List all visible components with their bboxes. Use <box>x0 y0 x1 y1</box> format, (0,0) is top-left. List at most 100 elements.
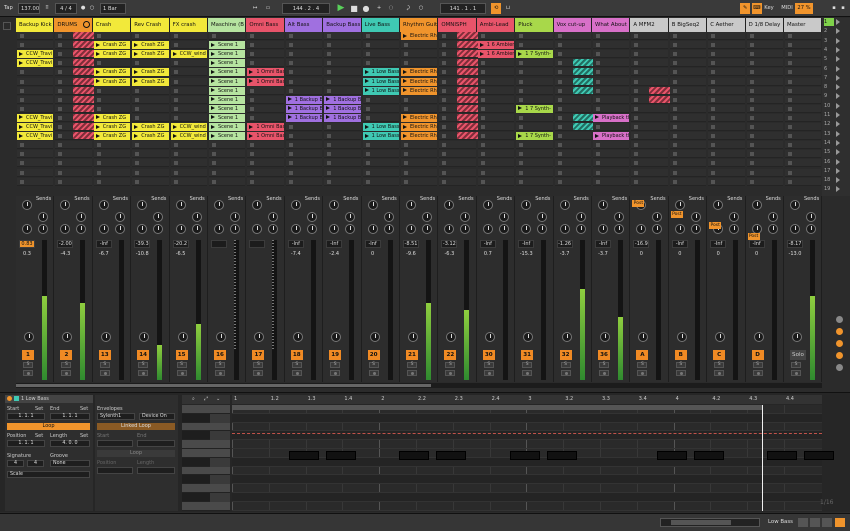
play-clip-icon[interactable] <box>326 97 331 102</box>
empty-clip-slot[interactable] <box>785 86 822 95</box>
clip-slot[interactable]: CCW_Travi <box>17 113 54 122</box>
stop-button-icon[interactable] <box>711 170 716 175</box>
solo-button[interactable]: S <box>138 362 149 368</box>
play-clip-icon[interactable] <box>479 42 484 47</box>
stop-button-icon[interactable] <box>250 52 255 57</box>
device-view-icon[interactable] <box>798 518 808 527</box>
empty-clip-slot[interactable] <box>477 104 515 113</box>
stop-button-icon[interactable] <box>96 179 101 184</box>
stop-button-icon[interactable] <box>557 34 562 38</box>
empty-clip-slot[interactable] <box>285 150 323 159</box>
stop-button-icon[interactable] <box>788 115 792 120</box>
stop-button-icon[interactable] <box>634 43 639 48</box>
empty-clip-slot[interactable] <box>324 177 361 186</box>
play-clip-icon[interactable] <box>249 79 254 83</box>
empty-clip-slot[interactable] <box>669 95 707 104</box>
empty-clip-slot[interactable] <box>55 104 101 113</box>
white-key[interactable] <box>182 422 230 432</box>
empty-clip-slot[interactable] <box>17 141 54 150</box>
empty-clip-slot[interactable] <box>55 50 101 59</box>
clip-slot[interactable]: 1 Low Bass <box>362 68 399 77</box>
empty-clip-slot[interactable] <box>746 123 783 131</box>
clip-slot[interactable]: Crash ZG <box>132 132 169 141</box>
clip-slot[interactable]: 1 Backup B <box>324 113 361 122</box>
empty-clip-slot[interactable] <box>439 168 476 177</box>
arm-button[interactable] <box>752 370 763 376</box>
stop-button-icon[interactable] <box>96 170 101 175</box>
stop-button-icon[interactable] <box>58 106 63 111</box>
send-knob[interactable] <box>422 224 432 234</box>
stop-button-icon[interactable] <box>58 143 63 148</box>
play-clip-icon[interactable] <box>287 97 292 102</box>
midi-button[interactable]: MIDI <box>780 3 794 14</box>
empty-clip-slot[interactable] <box>362 41 399 50</box>
empty-clip-slot[interactable] <box>285 132 323 141</box>
play-clip-icon[interactable] <box>134 51 139 56</box>
empty-clip-slot[interactable] <box>708 68 745 77</box>
stop-button-icon[interactable] <box>404 43 408 48</box>
pan-knob[interactable] <box>484 332 495 342</box>
stop-button-icon[interactable] <box>20 43 24 48</box>
arm-button[interactable] <box>330 370 341 376</box>
play-button[interactable]: ▶ <box>336 3 346 14</box>
play-clip-icon[interactable] <box>134 69 139 74</box>
empty-clip-slot[interactable] <box>55 41 101 50</box>
stop-button-icon[interactable] <box>442 43 447 48</box>
pan-knob[interactable] <box>369 332 380 342</box>
track-activator-button[interactable]: B <box>674 350 687 360</box>
pan-knob[interactable] <box>600 332 610 342</box>
scene-number[interactable]: 19 <box>824 185 834 193</box>
stop-button-icon[interactable] <box>788 161 792 166</box>
empty-clip-slot[interactable] <box>55 77 101 86</box>
empty-clip-slot[interactable] <box>669 113 707 122</box>
stop-button-icon[interactable] <box>58 97 63 102</box>
clip-slot[interactable]: 1 Low Bass <box>362 77 399 86</box>
arm-button[interactable] <box>99 370 110 376</box>
stop-button-icon[interactable] <box>173 152 178 157</box>
send-knob[interactable] <box>76 212 87 222</box>
empty-clip-slot[interactable] <box>93 141 131 150</box>
empty-clip-slot[interactable] <box>93 168 131 177</box>
volume-field[interactable]: -Inf <box>364 240 381 248</box>
empty-clip-slot[interactable] <box>593 86 630 95</box>
send-knob[interactable] <box>98 200 109 210</box>
scene-number[interactable]: 15 <box>824 148 834 156</box>
play-clip-icon[interactable] <box>518 51 523 56</box>
empty-clip-slot[interactable] <box>401 59 438 68</box>
track-activator-button[interactable]: 15 <box>175 350 188 360</box>
stop-button-icon[interactable] <box>480 143 485 148</box>
stop-button-icon[interactable] <box>365 43 370 48</box>
track-header[interactable]: Pluck <box>515 18 554 32</box>
stop-button-icon[interactable] <box>404 52 408 57</box>
length-set-button[interactable]: Set <box>80 433 88 439</box>
empty-clip-slot[interactable] <box>362 104 399 113</box>
stop-button-icon[interactable] <box>365 179 370 184</box>
empty-clip-slot[interactable] <box>324 123 361 131</box>
empty-clip-slot[interactable] <box>669 77 707 86</box>
pan-knob[interactable] <box>674 224 685 234</box>
empty-clip-slot[interactable] <box>593 104 630 113</box>
stop-button-icon[interactable] <box>557 106 562 111</box>
empty-clip-slot[interactable] <box>285 123 323 131</box>
stop-button-icon[interactable] <box>749 79 754 84</box>
stop-button-icon[interactable] <box>788 134 792 139</box>
stop-button-icon[interactable] <box>173 143 178 148</box>
stop-button-icon[interactable] <box>58 88 63 93</box>
scene-number[interactable]: 5 <box>824 55 834 63</box>
white-key[interactable] <box>182 466 230 476</box>
stop-button-icon[interactable] <box>480 97 485 102</box>
send-knob[interactable] <box>767 224 778 234</box>
black-key[interactable] <box>182 475 210 485</box>
clip-slot[interactable]: 1 Low Bass <box>362 132 399 141</box>
stop-button-icon[interactable] <box>749 161 754 166</box>
stop-button-icon[interactable] <box>250 106 255 111</box>
stop-button-icon[interactable] <box>288 125 293 129</box>
stop-button-icon[interactable] <box>480 134 485 139</box>
solo-button[interactable]: S <box>637 362 648 368</box>
stop-button-icon[interactable] <box>365 34 370 38</box>
empty-clip-slot[interactable] <box>17 77 54 86</box>
env-length-field[interactable] <box>137 467 175 474</box>
send-knob[interactable] <box>191 224 202 234</box>
clip-slot[interactable]: Scene 1 <box>209 86 246 95</box>
stop-button-icon[interactable] <box>288 52 293 57</box>
